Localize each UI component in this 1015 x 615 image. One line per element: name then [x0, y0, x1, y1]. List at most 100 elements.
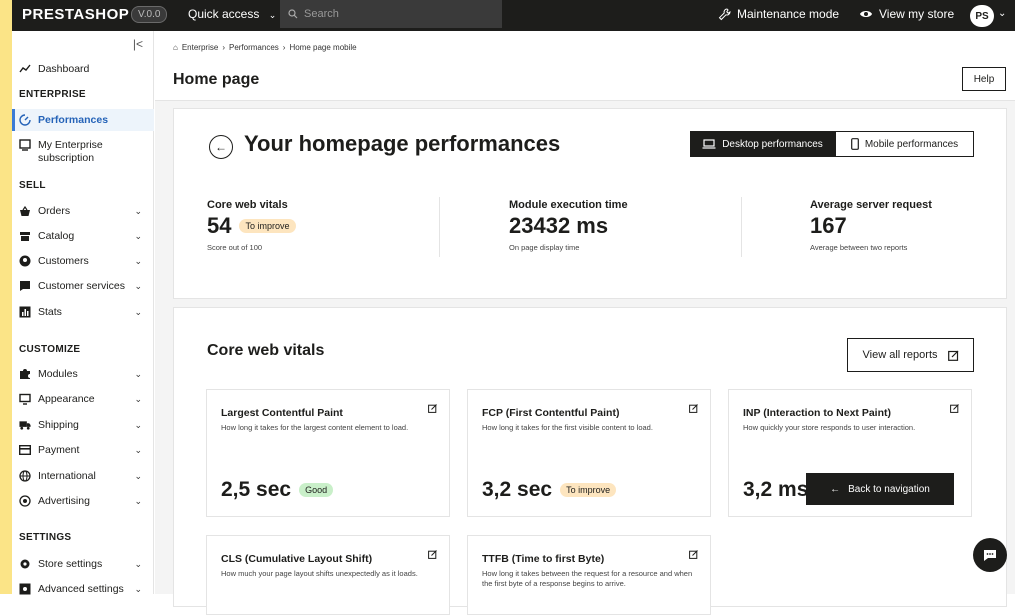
logo[interactable]: PRESTASHOP [22, 6, 129, 23]
wrench-icon [718, 7, 731, 20]
view-all-reports-button[interactable]: View all reports [847, 338, 974, 372]
chevron-down-icon: ⌄ [134, 306, 142, 317]
sidebar-item-performances[interactable]: Performances [12, 109, 154, 131]
collapse-sidebar-icon[interactable]: |< [133, 37, 143, 51]
version-badge: V.0.0 [131, 6, 168, 23]
metric-value-row: 54 To improve [207, 213, 296, 239]
sidebar-item-orders[interactable]: Orders ⌄ [12, 204, 154, 218]
section-enterprise: ENTERPRISE [19, 89, 86, 100]
monitor-icon [19, 393, 31, 405]
metric-core-web-vitals: Core web vitals 54 To improve Score out o… [207, 199, 296, 252]
toast-label: Back to navigation [848, 483, 930, 495]
vital-description: How long it takes for the first visible … [482, 423, 653, 432]
breadcrumb-item[interactable]: Enterprise [182, 43, 218, 52]
back-arrow-icon[interactable]: ← [209, 135, 233, 159]
vital-title: Largest Contentful Paint [221, 407, 343, 419]
chat-icon [19, 280, 31, 292]
chevron-down-icon[interactable]: ⌄ [998, 8, 1006, 19]
external-link-icon[interactable] [689, 404, 698, 413]
view-store-link[interactable]: View my store [859, 7, 954, 21]
home-icon: ⌂ [173, 43, 178, 52]
chevron-down-icon: ⌄ [134, 230, 142, 241]
section-sell: SELL [19, 180, 46, 191]
breadcrumb: ⌂ Enterprise › Performances › Home page … [173, 43, 357, 52]
metric-title: Module execution time [509, 199, 628, 211]
sidebar-item-label: International [38, 470, 96, 482]
sidebar-item-international[interactable]: International ⌄ [12, 469, 154, 483]
chevron-down-icon: ⌄ [134, 470, 142, 481]
avatar[interactable]: PS [970, 5, 994, 27]
view-all-label: View all reports [862, 349, 938, 361]
chat-button[interactable] [973, 538, 1007, 572]
metric-subtitle: On page display time [509, 243, 580, 252]
maintenance-label: Maintenance mode [737, 7, 840, 21]
chevron-down-icon: ⌄ [134, 583, 142, 594]
breadcrumb-item[interactable]: Performances [229, 43, 279, 52]
chevron-down-icon: ⌄ [134, 419, 142, 430]
puzzle-icon [19, 368, 31, 380]
chevron-down-icon: ⌄ [268, 10, 277, 20]
chevron-down-icon: ⌄ [134, 558, 142, 569]
sidebar-item-label: Orders [38, 205, 71, 217]
vital-card-ttfb[interactable]: TTFB (Time to first Byte) How long it ta… [467, 535, 711, 615]
vital-value-row: 3,2 sec To improve [482, 478, 617, 502]
vital-title: TTFB (Time to first Byte) [482, 553, 605, 565]
sidebar-item-label: Dashboard [38, 63, 90, 75]
chevron-down-icon: ⌄ [134, 255, 142, 266]
metric-value: 54 [207, 213, 232, 238]
vital-card-cls[interactable]: CLS (Cumulative Layout Shift) How much y… [206, 535, 450, 615]
sidebar-item-subscription[interactable]: My Enterprise subscription [12, 139, 154, 167]
quick-access-button[interactable]: Quick access ⌄ [188, 7, 276, 21]
sidebar-item-appearance[interactable]: Appearance ⌄ [12, 392, 154, 406]
external-link-icon[interactable] [428, 404, 437, 413]
sidebar-item-payment[interactable]: Payment ⌄ [12, 443, 154, 457]
mobile-performances-toggle[interactable]: Mobile performances [835, 131, 974, 157]
desktop-performances-toggle[interactable]: Desktop performances [690, 131, 835, 157]
sidebar-item-store-settings[interactable]: Store settings ⌄ [12, 557, 154, 571]
vital-value-row: 2,5 sec Good [221, 478, 334, 502]
metric-title: Average server request [810, 199, 932, 211]
sidebar-item-label: Store settings [38, 558, 103, 570]
arrow-left-icon: ← [830, 483, 841, 495]
chevron-down-icon: ⌄ [134, 495, 142, 506]
sidebar-item-advertising[interactable]: Advertising ⌄ [12, 494, 154, 508]
vital-card-fcp[interactable]: FCP (First Contentful Paint) How long it… [467, 389, 711, 517]
store-icon [19, 230, 31, 242]
search-placeholder: Search [304, 8, 339, 20]
sidebar-item-customer-services[interactable]: Customer services ⌄ [12, 279, 154, 293]
breadcrumb-item: Home page mobile [289, 43, 357, 52]
chevron-right-icon: › [282, 43, 286, 52]
sidebar-item-label: Stats [38, 306, 62, 318]
sidebar-item-customers[interactable]: Customers ⌄ [12, 254, 154, 268]
bar-chart-icon [19, 306, 31, 318]
vital-title: INP (Interaction to Next Paint) [743, 407, 891, 419]
divider [439, 197, 440, 257]
sidebar-item-dashboard[interactable]: Dashboard [12, 62, 154, 76]
vital-description: How much your page layout shifts unexpec… [221, 569, 418, 578]
sidebar-item-shipping[interactable]: Shipping ⌄ [12, 418, 154, 432]
back-to-navigation-button[interactable]: ← Back to navigation [806, 473, 954, 505]
sidebar-item-label: My Enterprise subscription [38, 139, 103, 164]
search-input[interactable]: Search [280, 0, 502, 28]
vital-title: FCP (First Contentful Paint) [482, 407, 620, 419]
laptop-icon [702, 139, 716, 149]
external-link-icon[interactable] [428, 550, 437, 559]
sidebar-item-stats[interactable]: Stats ⌄ [12, 305, 154, 319]
external-link-icon[interactable] [950, 404, 959, 413]
vital-card-lcp[interactable]: Largest Contentful Paint How long it tak… [206, 389, 450, 517]
section-title: Core web vitals [207, 342, 325, 359]
vital-title: CLS (Cumulative Layout Shift) [221, 553, 373, 565]
sidebar-item-catalog[interactable]: Catalog ⌄ [12, 229, 154, 243]
search-icon [288, 9, 298, 19]
metric-value: 23432 ms [509, 213, 609, 238]
sidebar-item-modules[interactable]: Modules ⌄ [12, 367, 154, 381]
external-link-icon[interactable] [689, 550, 698, 559]
basket-icon [19, 205, 31, 217]
vital-description: How quickly your store responds to user … [743, 423, 916, 432]
metric-value: 167 [810, 213, 847, 238]
trend-icon [19, 63, 31, 75]
help-button[interactable]: Help [962, 67, 1006, 91]
maintenance-mode-link[interactable]: Maintenance mode [718, 7, 839, 21]
sidebar-item-label: Performances [38, 114, 109, 126]
page-header: ⌂ Enterprise › Performances › Home page … [155, 31, 1015, 101]
